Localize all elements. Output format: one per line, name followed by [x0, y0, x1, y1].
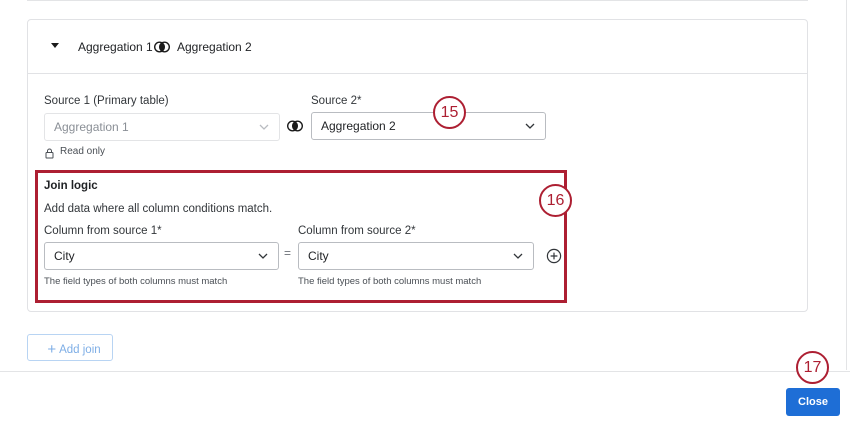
add-join-label: Add join [59, 344, 101, 356]
footer-divider [0, 371, 850, 372]
equals-sign: = [284, 246, 292, 260]
add-join-button[interactable]: + Add join [27, 334, 113, 361]
join-card-header[interactable]: Aggregation 1 Aggregation 2 [28, 20, 807, 74]
caret-down-icon[interactable] [51, 43, 59, 48]
header-source2-name: Aggregation 2 [177, 40, 252, 54]
scroll-edge [846, 0, 847, 370]
column1-label: Column from source 1* [44, 225, 162, 237]
inner-join-icon [287, 120, 303, 132]
column1-value: City [54, 249, 75, 263]
source2-value: Aggregation 2 [321, 119, 396, 133]
callout-16: 16 [539, 184, 572, 217]
plus-circle-icon[interactable] [546, 248, 562, 264]
callout-15: 15 [433, 96, 466, 129]
chevron-down-icon [525, 122, 535, 130]
column2-select[interactable]: City [298, 242, 534, 270]
callout-17: 17 [796, 351, 829, 384]
header-source1-name: Aggregation 1 [78, 40, 153, 54]
lock-icon [45, 146, 54, 159]
source1-select: Aggregation 1 [44, 113, 280, 141]
close-button[interactable]: Close [786, 388, 840, 416]
chevron-down-icon [259, 123, 269, 131]
source1-value: Aggregation 1 [54, 120, 129, 134]
chevron-down-icon [258, 252, 268, 260]
column1-hint: The field types of both columns must mat… [44, 276, 228, 287]
top-divider [27, 0, 808, 1]
inner-join-icon [154, 41, 170, 53]
plus-icon: + [47, 341, 57, 358]
column2-hint: The field types of both columns must mat… [298, 276, 482, 287]
source2-label: Source 2* [311, 95, 362, 107]
source2-select[interactable]: Aggregation 2 [311, 112, 546, 140]
join-logic-title: Join logic [44, 180, 98, 192]
column1-select[interactable]: City [44, 242, 279, 270]
join-logic-description: Add data where all column conditions mat… [44, 203, 273, 215]
chevron-down-icon [513, 252, 523, 260]
column2-label: Column from source 2* [298, 225, 416, 237]
read-only-note: Read only [60, 146, 106, 157]
source1-label: Source 1 (Primary table) [44, 95, 169, 107]
column2-value: City [308, 249, 329, 263]
